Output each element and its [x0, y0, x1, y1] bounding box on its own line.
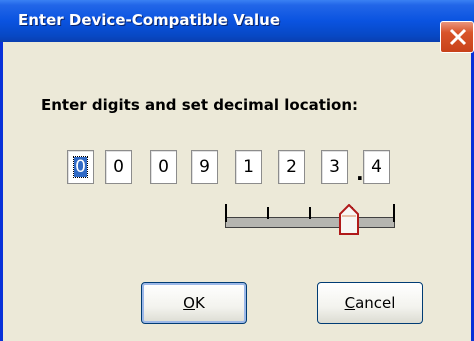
window-title: Enter Device-Compatible Value [18, 11, 281, 29]
digit-field-3[interactable]: 0 [150, 150, 177, 184]
digit-field-5[interactable]: 1 [235, 150, 262, 184]
decimal-location-slider[interactable] [225, 204, 397, 244]
slider-thumb[interactable] [338, 204, 360, 236]
digit-field-8[interactable]: 4 [363, 150, 390, 184]
digit-field-7[interactable]: 3 [321, 150, 348, 184]
close-x-icon [449, 28, 467, 46]
digit-field-2[interactable]: 0 [105, 150, 132, 184]
cancel-button[interactable]: Cancel [317, 282, 423, 324]
digit-field-1[interactable]: 0 [67, 150, 94, 184]
prompt-label: Enter digits and set decimal location: [41, 96, 359, 114]
ok-button[interactable]: OK [141, 282, 247, 324]
slider-tick [393, 204, 395, 222]
slider-tick [225, 204, 227, 222]
digit-field-4[interactable]: 9 [191, 150, 218, 184]
dialog-window: Enter Device-Compatible Value Enter digi… [0, 0, 474, 341]
digit-field-6[interactable]: 2 [278, 150, 305, 184]
slider-tick [309, 207, 311, 219]
slider-tick [267, 207, 269, 219]
title-bar[interactable]: Enter Device-Compatible Value [0, 0, 474, 53]
close-button[interactable] [440, 21, 474, 53]
